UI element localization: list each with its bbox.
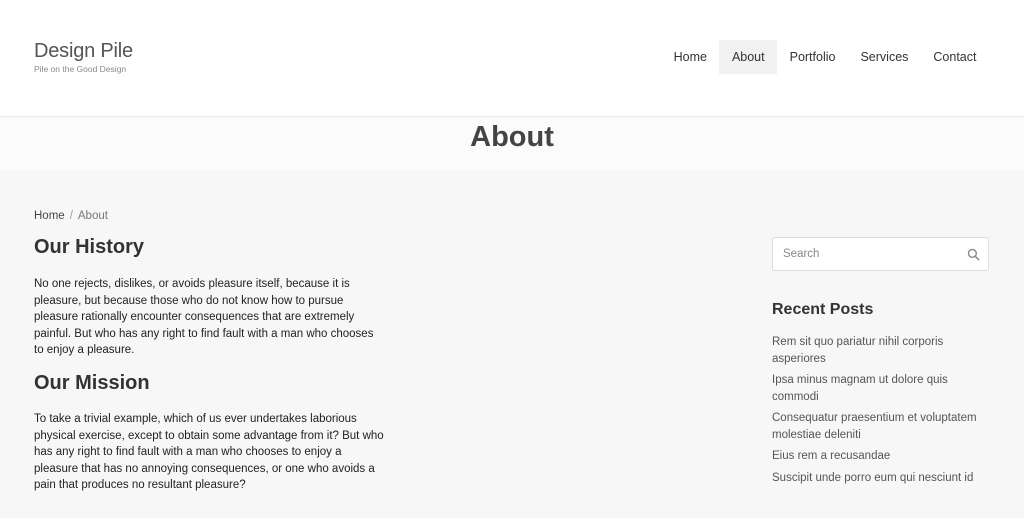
nav-item-services[interactable]: Services [848, 40, 921, 74]
recent-post-link[interactable]: Ipsa minus magnam ut dolore quis commodi [772, 372, 997, 405]
recent-posts-list: Rem sit quo pariatur nihil corporis aspe… [772, 334, 997, 491]
page-title-band: About [0, 118, 1024, 170]
search-box [772, 237, 989, 271]
nav-item-contact[interactable]: Contact [921, 40, 989, 74]
history-text: No one rejects, dislikes, or avoids plea… [34, 278, 374, 357]
logo-tagline: Pile on the Good Design [34, 64, 127, 74]
site-header: Design Pile Pile on the Good Design Home… [0, 0, 1024, 117]
recent-posts-title: Recent Posts [772, 301, 874, 318]
mission-heading: Our Mission [34, 372, 150, 394]
nav-item-about[interactable]: About [719, 40, 778, 74]
logo[interactable]: Design Pile Pile on the Good Design [34, 40, 133, 74]
recent-post-link[interactable]: Consequatur praesentium et voluptatem mo… [772, 410, 997, 443]
breadcrumb: Home / About [34, 210, 108, 222]
breadcrumb-current: About [77, 210, 108, 222]
breadcrumb-home[interactable]: Home [34, 210, 65, 222]
nav-item-portfolio[interactable]: Portfolio [777, 40, 848, 74]
recent-post-link[interactable]: Suscipit unde porro eum qui nesciunt id [772, 470, 997, 487]
main-content: Home / About Our History No one rejects, d… [0, 170, 1024, 518]
breadcrumb-separator: / [69, 210, 73, 222]
page-title: About [470, 121, 554, 153]
recent-post-link[interactable]: Eius rem a recusandae [772, 448, 997, 465]
recent-post-link[interactable]: Rem sit quo pariatur nihil corporis aspe… [772, 334, 997, 367]
nav-item-home[interactable]: Home [661, 40, 719, 74]
search-input[interactable] [773, 238, 963, 270]
mission-text: To take a trivial example, which of us e… [34, 413, 384, 492]
search-icon[interactable] [967, 248, 980, 261]
main-nav: Home About Portfolio Services Contact [661, 40, 989, 74]
history-heading: Our History [34, 236, 145, 258]
logo-title: Design Pile [34, 40, 133, 62]
